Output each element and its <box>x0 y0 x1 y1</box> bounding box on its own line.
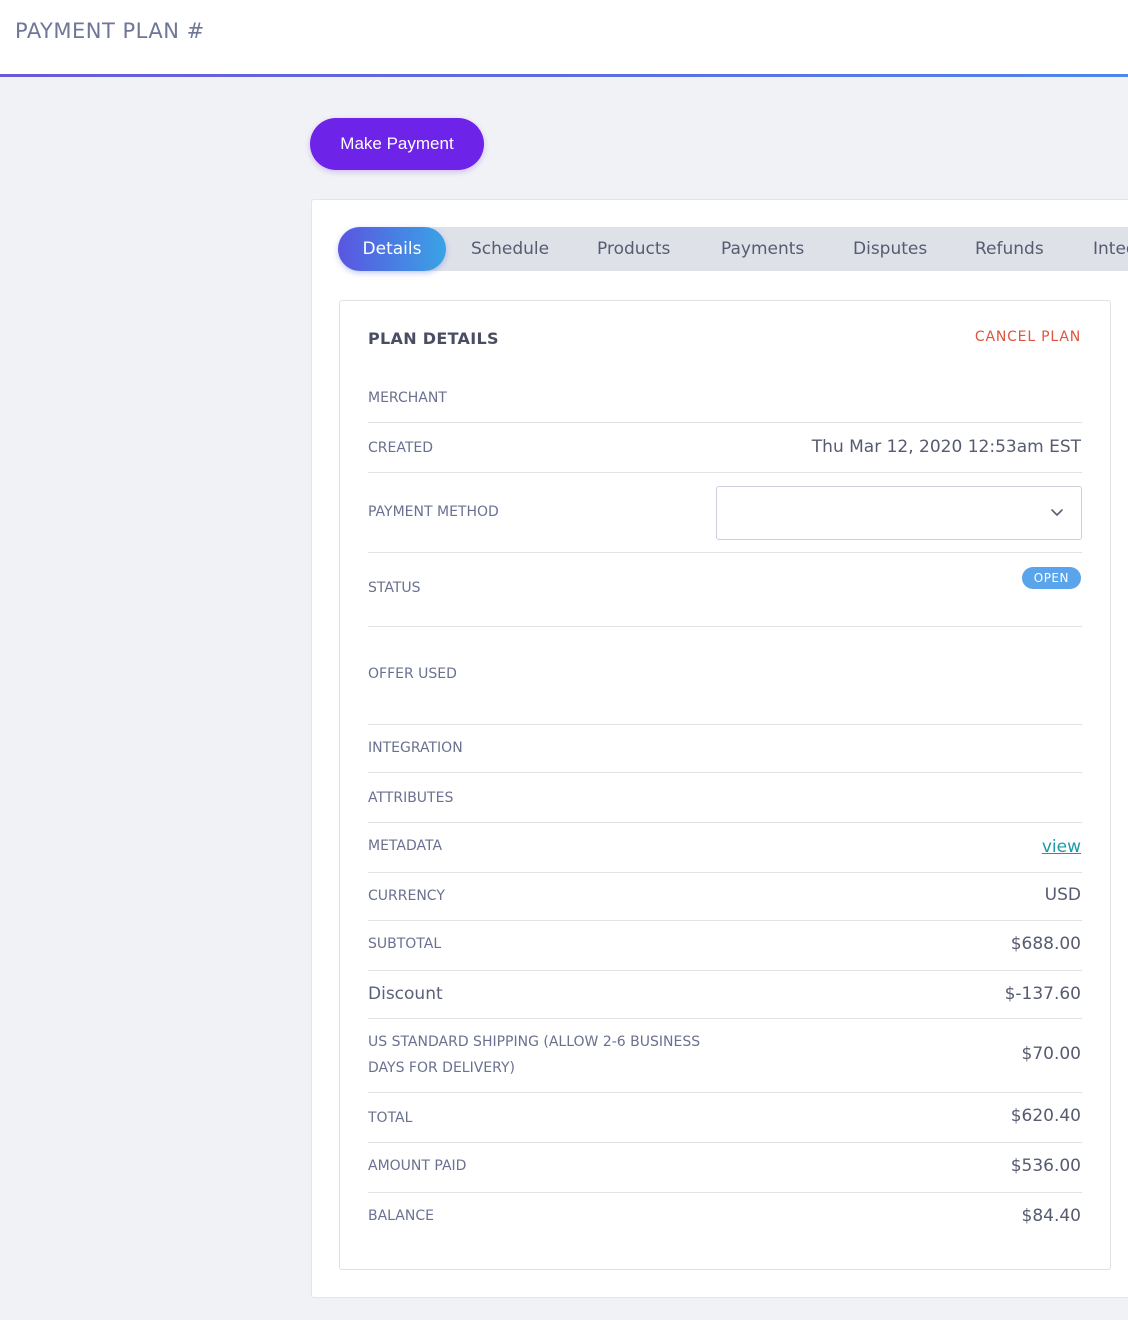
tab-payments[interactable]: Payments <box>721 227 804 271</box>
subtotal-value: $688.00 <box>1010 934 1081 954</box>
status-label: STATUS <box>368 580 421 596</box>
discount-value: $-137.60 <box>1004 984 1081 1004</box>
amount-paid-value: $536.00 <box>1010 1156 1081 1176</box>
created-label: CREATED <box>368 440 434 456</box>
divider <box>368 1092 1082 1093</box>
divider <box>368 1018 1082 1019</box>
discount-label: Discount <box>368 984 443 1004</box>
top-bar-accent-line <box>0 74 1128 77</box>
subtotal-label: SUBTOTAL <box>368 936 442 952</box>
page-title: PAYMENT PLAN # <box>15 19 205 43</box>
make-payment-button[interactable]: Make Payment <box>310 118 484 170</box>
currency-value: USD <box>1044 885 1081 905</box>
shipping-value: $70.00 <box>1021 1044 1081 1064</box>
balance-value: $84.40 <box>1021 1206 1081 1226</box>
chevron-down-icon <box>1051 509 1063 516</box>
created-value: Thu Mar 12, 2020 12:53am EST <box>811 437 1081 457</box>
tab-disputes[interactable]: Disputes <box>853 227 927 271</box>
offer-used-label: OFFER USED <box>368 666 457 682</box>
balance-label: BALANCE <box>368 1208 434 1224</box>
divider <box>368 1142 1082 1143</box>
divider <box>368 626 1082 627</box>
divider <box>368 772 1082 773</box>
payment-method-label: PAYMENT METHOD <box>368 504 499 520</box>
divider <box>368 422 1082 423</box>
cancel-plan-button[interactable]: CANCEL PLAN <box>975 329 1081 345</box>
currency-label: CURRENCY <box>368 888 445 904</box>
status-badge: OPEN <box>1021 567 1081 589</box>
integration-label: INTEGRATION <box>368 740 463 756</box>
total-value: $620.40 <box>1010 1106 1081 1126</box>
metadata-label: METADATA <box>368 838 443 854</box>
tab-schedule[interactable]: Schedule <box>471 227 549 271</box>
panel-title: PLAN DETAILS <box>368 329 499 348</box>
amount-paid-label: AMOUNT PAID <box>368 1158 467 1174</box>
divider <box>368 552 1082 553</box>
payment-method-select[interactable] <box>716 486 1082 540</box>
metadata-view-link[interactable]: view <box>1042 837 1081 857</box>
divider <box>368 724 1082 725</box>
divider <box>368 970 1082 971</box>
tab-integrations[interactable]: Integ <box>1093 227 1128 271</box>
divider <box>368 1192 1082 1193</box>
divider <box>368 920 1082 921</box>
merchant-label: MERCHANT <box>368 390 447 406</box>
tab-refunds[interactable]: Refunds <box>975 227 1044 271</box>
divider <box>368 472 1082 473</box>
tab-details[interactable]: Details <box>338 227 446 271</box>
attributes-label: ATTRIBUTES <box>368 790 454 806</box>
total-label: TOTAL <box>368 1110 413 1126</box>
tab-products[interactable]: Products <box>597 227 670 271</box>
divider <box>368 872 1082 873</box>
divider <box>368 822 1082 823</box>
shipping-label: US STANDARD SHIPPING (ALLOW 2-6 BUSINESS… <box>368 1034 701 1076</box>
